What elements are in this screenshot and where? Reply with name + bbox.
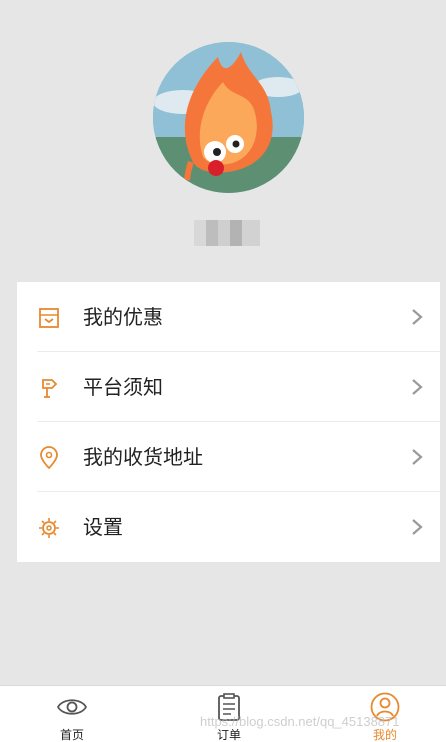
menu-card: 我的优惠 平台须知 我的收货地址 设置: [17, 282, 440, 562]
location-pin-icon: [40, 446, 58, 470]
menu-item-label: 我的优惠: [83, 305, 163, 329]
username-blurred: ■■■■: [194, 220, 260, 246]
tab-label: 首页: [59, 728, 84, 742]
settings-gear-icon: [39, 518, 59, 538]
menu-item-label: 我的收货地址: [83, 445, 203, 469]
chevron-right-icon: [412, 309, 423, 325]
chevron-right-icon: [412, 519, 423, 535]
menu-item-label: 设置: [83, 515, 123, 539]
menu-item-my-coupons[interactable]: 我的优惠: [17, 282, 440, 352]
coupon-icon: [39, 308, 59, 328]
eye-icon: [57, 699, 87, 715]
menu-item-settings[interactable]: 设置: [17, 492, 440, 562]
chevron-right-icon: [412, 379, 423, 395]
avatar[interactable]: [153, 42, 304, 193]
chevron-right-icon: [412, 449, 423, 465]
profile-header: ■■■■: [0, 0, 446, 282]
bottom-tab-bar: 首页 订单 我的 https://blog.csdn.net/qq_451388…: [0, 685, 446, 742]
tab-home[interactable]: 首页: [22, 686, 122, 742]
avatar-image: [153, 42, 304, 193]
menu-item-label: 平台须知: [83, 375, 163, 399]
menu-item-platform-notice[interactable]: 平台须知: [17, 352, 440, 422]
watermark-text: https://blog.csdn.net/qq_45138871: [200, 714, 400, 729]
menu-item-my-address[interactable]: 我的收货地址: [17, 422, 440, 492]
signpost-icon: [42, 379, 58, 398]
